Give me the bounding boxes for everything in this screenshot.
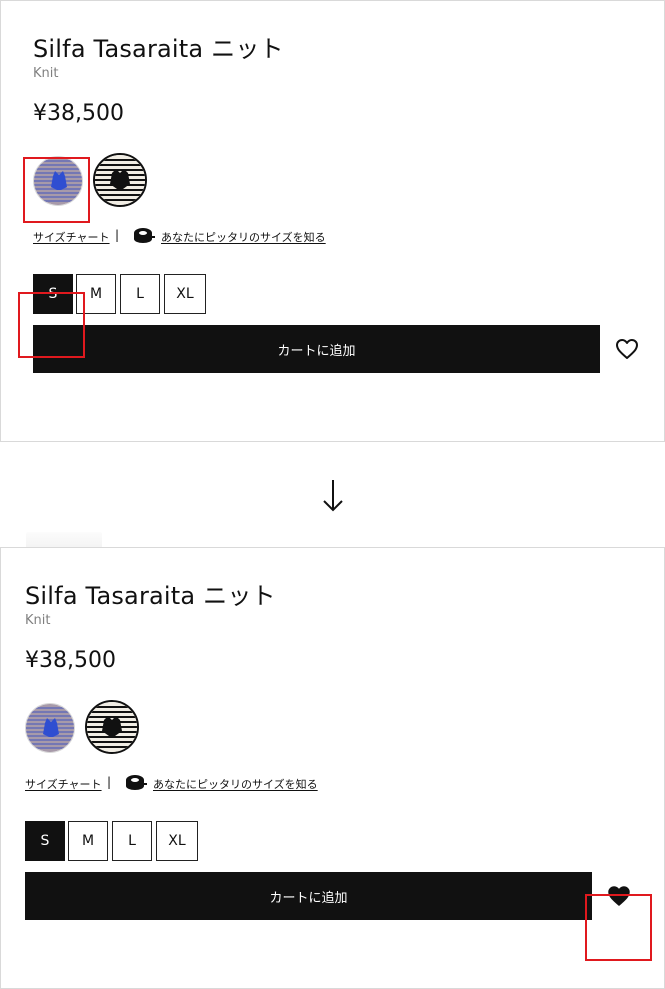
- size-chart-link-after[interactable]: サイズチャート: [25, 776, 102, 792]
- size-option-m[interactable]: M: [76, 274, 116, 314]
- blue-stripe-pattern-icon: [34, 157, 82, 205]
- black-white-stripe-pattern-icon: [95, 155, 145, 205]
- purchase-row-after: カートに追加: [25, 872, 645, 920]
- size-tools-separator-after: |: [107, 775, 112, 789]
- product-details: Silfa Tasaraita ニット Knit ¥38,500 サイズチャート…: [33, 33, 653, 373]
- size-option-s-after[interactable]: S: [25, 821, 65, 861]
- fit-finder-link-after[interactable]: あなたにピッタリのサイズを知る: [153, 776, 318, 792]
- black-white-stripe-swatch-after[interactable]: [85, 700, 139, 754]
- product-price: ¥38,500: [33, 101, 124, 126]
- product-price-after: ¥38,500: [25, 648, 116, 673]
- size-option-s[interactable]: S: [33, 274, 73, 314]
- fit-finder-link[interactable]: あなたにピッタリのサイズを知る: [161, 229, 326, 245]
- product-subtitle: Knit: [33, 66, 59, 81]
- product-panel-before: Silfa Tasaraita ニット Knit ¥38,500 サイズチャート…: [0, 0, 665, 442]
- size-tools: サイズチャート | あなたにピッタリのサイズを知る: [33, 226, 653, 246]
- heart-filled-icon[interactable]: [607, 885, 631, 907]
- size-options-after: S M L XL: [25, 821, 645, 863]
- purchase-row: カートに追加: [33, 325, 653, 373]
- product-title: Silfa Tasaraita ニット: [33, 35, 284, 63]
- size-option-xl-after[interactable]: XL: [156, 821, 198, 861]
- add-to-cart-button-after[interactable]: カートに追加: [25, 872, 592, 920]
- down-arrow-icon: [323, 480, 343, 512]
- blue-stripe-pattern-icon: [26, 704, 74, 752]
- product-title-after: Silfa Tasaraita ニット: [25, 582, 276, 610]
- size-option-m-after[interactable]: M: [68, 821, 108, 861]
- add-to-cart-button[interactable]: カートに追加: [33, 325, 600, 373]
- size-chart-link[interactable]: サイズチャート: [33, 229, 110, 245]
- product-details-after: Silfa Tasaraita ニット Knit ¥38,500 サイズチャート…: [25, 580, 645, 920]
- tape-measure-icon: [126, 775, 147, 790]
- size-option-xl[interactable]: XL: [164, 274, 206, 314]
- black-white-stripe-swatch[interactable]: [93, 153, 147, 207]
- size-option-l-after[interactable]: L: [112, 821, 152, 861]
- size-tools-after: サイズチャート | あなたにピッタリのサイズを知る: [25, 773, 645, 793]
- black-white-stripe-pattern-icon: [87, 702, 137, 752]
- color-swatches-after: [25, 698, 645, 758]
- size-option-l[interactable]: L: [120, 274, 160, 314]
- color-swatches: [33, 151, 653, 211]
- blue-stripe-swatch-after[interactable]: [25, 703, 75, 753]
- product-panel-after: Silfa Tasaraita ニット Knit ¥38,500 サイズチャート…: [0, 547, 665, 989]
- tape-measure-icon: [134, 228, 155, 243]
- product-subtitle-after: Knit: [25, 613, 51, 628]
- blue-stripe-swatch[interactable]: [33, 156, 83, 206]
- screenshot-page: Silfa Tasaraita ニット Knit ¥38,500 サイズチャート…: [0, 0, 665, 989]
- heart-outline-icon[interactable]: [615, 338, 639, 360]
- size-options: S M L XL: [33, 274, 653, 316]
- size-tools-separator: |: [115, 228, 120, 242]
